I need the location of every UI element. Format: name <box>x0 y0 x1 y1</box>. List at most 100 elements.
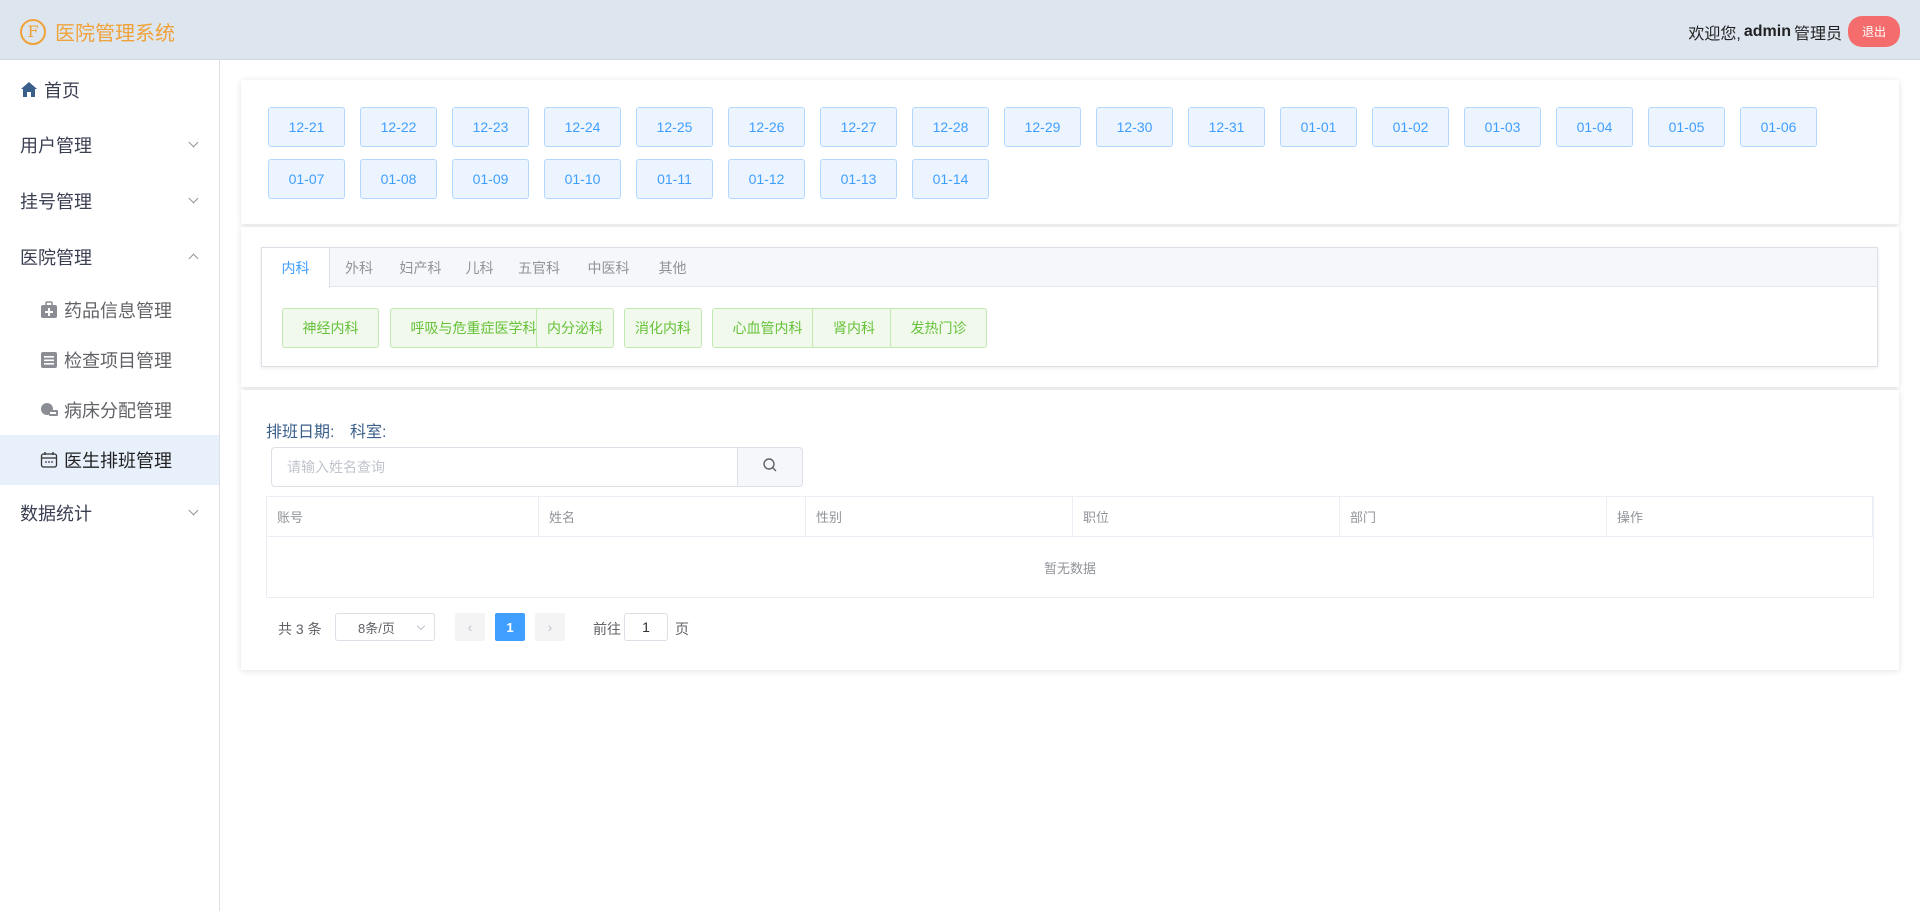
app-title: 医院管理系统 <box>55 23 175 45</box>
table-header-cell: 账号 <box>267 497 539 537</box>
date-button[interactable]: 12-22 <box>360 107 437 147</box>
tab-2[interactable]: 外科 <box>330 248 388 287</box>
sidebar-item-drug-info[interactable]: 药品信息管理 <box>0 285 219 335</box>
schedule-table: 账号 姓名 性别 职位 部门 操作 暂无数据 <box>266 496 1874 598</box>
date-button[interactable]: 01-05 <box>1648 107 1725 147</box>
user-area: 欢迎您, admin 管理员 退出 <box>1688 16 1900 47</box>
schedule-card: 排班日期: 科室: 请输入姓名查询 账号 姓名 性别 职位 部门 操作 暂无数据 共 3 … <box>241 390 1899 670</box>
user-role: 管理员 <box>1793 25 1842 43</box>
department-card: 内科 外科 妇产科 儿科 五官科 中医科 其他 神经内科 呼吸与危重症医学科 内分泌科 消化内科心… <box>241 227 1899 387</box>
sidebar-item-label: 首页 <box>44 81 80 101</box>
search-button[interactable] <box>738 447 803 487</box>
page-unit-label: 页 <box>675 621 689 637</box>
tab-1[interactable]: 内科 <box>262 248 330 288</box>
tab-3[interactable]: 妇产科 <box>388 248 453 287</box>
sidebar-item-hospital-mgmt[interactable]: 医院管理 <box>0 232 219 282</box>
date-button[interactable]: 01-07 <box>268 159 345 199</box>
chevron-left-icon: ‹ <box>467 619 473 635</box>
department-tabs: 内科 外科 妇产科 儿科 五官科 中医科 其他 神经内科 呼吸与危重症医学科 内分泌科 消化内科心… <box>261 247 1878 367</box>
date-button[interactable]: 01-11 <box>636 159 713 199</box>
date-button[interactable]: 12-28 <box>912 107 989 147</box>
bed-icon <box>40 401 58 419</box>
table-header-cell: 部门 <box>1340 497 1607 537</box>
date-button[interactable]: 01-10 <box>544 159 621 199</box>
page-number-current[interactable]: 1 <box>495 613 525 641</box>
sidebar-item-home[interactable]: 首页 <box>0 65 219 115</box>
chevron-down-icon <box>188 505 199 516</box>
sidebar-item-doctor-schedule[interactable]: 医生排班管理 <box>0 435 219 485</box>
date-button[interactable]: 12-27 <box>820 107 897 147</box>
sidebar-item-bed-alloc[interactable]: 病床分配管理 <box>0 385 219 435</box>
sidebar-item-exam-items[interactable]: 检查项目管理 <box>0 335 219 385</box>
chevron-down-icon <box>416 621 426 631</box>
date-button[interactable]: 12-21 <box>268 107 345 147</box>
prev-page-button[interactable]: ‹ <box>455 613 485 641</box>
date-button[interactable]: 01-02 <box>1372 107 1449 147</box>
date-selector-card: 12-21 12-22 12-23 12-24 12-25 12-26 12-27 12-28… <box>241 80 1899 224</box>
app-logo: F 医院管理系统 <box>20 17 175 46</box>
date-button[interactable]: 01-04 <box>1556 107 1633 147</box>
page-size-select[interactable]: 8条/页 <box>335 613 435 641</box>
calendar-icon <box>40 451 58 469</box>
sidebar-item-user-mgmt[interactable]: 用户管理 <box>0 120 219 170</box>
tab-5[interactable]: 五官科 <box>506 248 572 287</box>
date-button[interactable]: 01-06 <box>1740 107 1817 147</box>
date-button[interactable]: 01-03 <box>1464 107 1541 147</box>
goto-label: 前往 <box>593 621 621 637</box>
logo-icon: F <box>20 18 46 45</box>
date-button[interactable]: 12-31 <box>1188 107 1265 147</box>
date-button[interactable]: 01-08 <box>360 159 437 199</box>
sidebar-item-label: 药品信息管理 <box>64 301 172 321</box>
dept-button[interactable]: 神经内科 <box>282 308 379 348</box>
table-header-cell: 姓名 <box>539 497 806 537</box>
chevron-down-icon <box>188 137 199 148</box>
sidebar-item-register-mgmt[interactable]: 挂号管理 <box>0 176 219 226</box>
search-input[interactable]: 请输入姓名查询 <box>271 447 738 487</box>
sidebar-item-label: 挂号管理 <box>20 192 92 212</box>
date-button[interactable]: 12-24 <box>544 107 621 147</box>
list-icon <box>40 351 58 369</box>
dept-button[interactable]: 心血管内科 <box>712 308 823 348</box>
medkit-icon <box>40 301 58 319</box>
chevron-down-icon <box>188 193 199 204</box>
dept-button[interactable]: 消化内科 <box>624 308 702 348</box>
sidebar-item-stats[interactable]: 数据统计 <box>0 488 219 538</box>
date-button[interactable]: 12-25 <box>636 107 713 147</box>
sidebar: 首页 用户管理 挂号管理 医院管理 药品信息管理 检查项目管理 病床分配管理 医… <box>0 60 220 911</box>
sidebar-item-label: 数据统计 <box>20 504 92 524</box>
table-header-cell: 操作 <box>1607 497 1873 537</box>
date-button[interactable]: 12-29 <box>1004 107 1081 147</box>
sidebar-item-label: 用户管理 <box>20 136 92 156</box>
search-icon <box>762 457 778 478</box>
dept-button[interactable]: 呼吸与危重症医学科 <box>390 308 557 348</box>
pagination-total: 共 3 条 <box>278 621 322 637</box>
logout-button[interactable]: 退出 <box>1847 16 1900 47</box>
department-label: 科室: <box>350 424 387 441</box>
welcome-text: 欢迎您, <box>1688 25 1741 43</box>
tab-bar: 内科 外科 妇产科 儿科 五官科 中医科 其他 <box>262 248 1877 288</box>
date-button[interactable]: 12-30 <box>1096 107 1173 147</box>
dept-button[interactable]: 内分泌科 <box>536 308 614 348</box>
dept-button[interactable]: 肾内科 <box>812 308 896 348</box>
chevron-up-icon <box>188 253 199 264</box>
date-button[interactable]: 01-12 <box>728 159 805 199</box>
date-button[interactable]: 12-26 <box>728 107 805 147</box>
date-button[interactable]: 01-09 <box>452 159 529 199</box>
tab-7[interactable]: 其他 <box>645 248 700 287</box>
username: admin <box>1743 22 1791 40</box>
tab-4[interactable]: 儿科 <box>453 248 506 287</box>
date-button[interactable]: 01-14 <box>912 159 989 199</box>
dept-button[interactable]: 发热门诊 <box>890 308 987 348</box>
schedule-date-label: 排班日期: <box>266 424 335 441</box>
next-page-button[interactable]: › <box>535 613 565 641</box>
empty-text: 暂无数据 <box>1043 560 1096 576</box>
date-button[interactable]: 01-01 <box>1280 107 1357 147</box>
chevron-right-icon: › <box>547 619 553 635</box>
date-button[interactable]: 12-23 <box>452 107 529 147</box>
date-button[interactable]: 01-13 <box>820 159 897 199</box>
sidebar-item-label: 检查项目管理 <box>64 351 172 371</box>
tab-6[interactable]: 中医科 <box>572 248 645 287</box>
sidebar-item-label: 医院管理 <box>20 248 92 268</box>
goto-page-input[interactable]: 1 <box>624 613 668 641</box>
top-header: F 医院管理系统 欢迎您, admin 管理员 退出 <box>0 0 1920 60</box>
